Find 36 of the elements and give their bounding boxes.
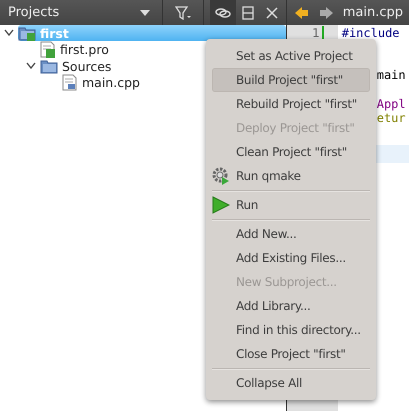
close-icon[interactable] [266,6,278,18]
cpp-file-icon [62,74,78,92]
pane-title: Projects [8,5,60,20]
code-text: #include [342,26,400,40]
dropdown-icon[interactable] [140,10,150,16]
source-folder-icon [40,58,58,74]
link-icon [214,6,231,18]
file-tab[interactable]: main.cpp [342,5,403,20]
menu-item[interactable]: Find in this directory... [212,318,370,342]
menu-item[interactable]: Run [212,193,370,217]
back-arrow-icon[interactable] [294,6,309,18]
menu-item[interactable]: Clean Project "first" [212,140,370,164]
forward-arrow-icon[interactable] [318,6,333,18]
menu-item[interactable]: Collapse All [212,371,370,395]
play-icon [212,196,230,214]
code-text: Appl [376,97,406,111]
gear-icon [212,167,230,185]
menu-item[interactable]: Rebuild Project "first" [212,92,370,116]
tree-item[interactable]: Sources [40,58,116,74]
code-text: main [376,68,406,82]
tree-item[interactable]: main.cpp [62,74,144,91]
menu-item[interactable]: Add Existing Files... [212,246,370,270]
menu-item[interactable]: Add Library... [212,294,370,318]
project-folder-icon [18,25,36,42]
tree-item[interactable]: first.pro [40,42,113,58]
menu-item[interactable]: Add New... [212,222,370,246]
code-text: etur [376,111,406,125]
menu-item[interactable]: Set as Active Project [212,44,370,68]
menu-item[interactable]: Build Project "first" [212,68,370,92]
sync-button[interactable] [210,0,236,25]
line-number: 1 [312,26,320,40]
split-icon[interactable] [242,6,254,20]
menu-item[interactable]: Close Project "first" [212,342,370,366]
project-file-icon [40,41,56,58]
menu-item[interactable]: Run qmake [212,164,370,188]
filter-icon[interactable] [174,6,191,20]
